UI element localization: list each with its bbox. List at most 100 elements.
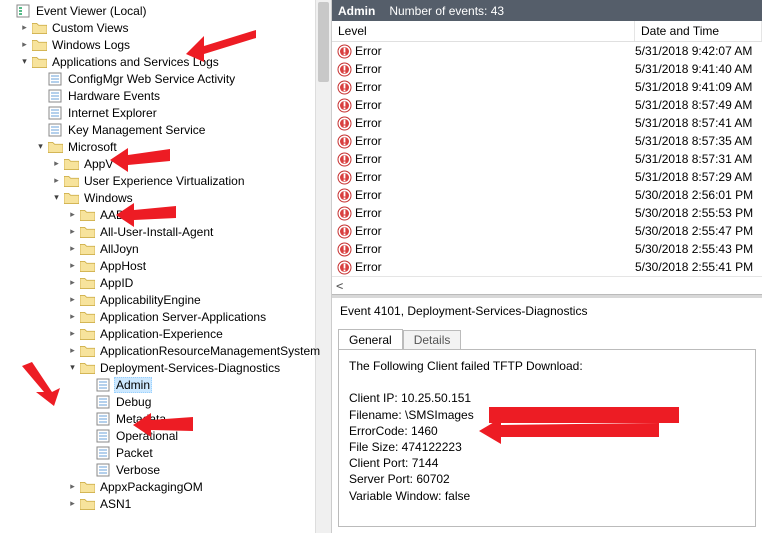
event-level: Error [355, 152, 635, 166]
tree-custom-views[interactable]: Custom Views [2, 19, 331, 36]
event-row[interactable]: Error5/30/2018 2:55:43 PM [332, 240, 762, 258]
tree-folder-item[interactable]: Application-Experience [2, 325, 331, 342]
col-level[interactable]: Level [332, 21, 635, 41]
tree-log-item[interactable]: Internet Explorer [2, 104, 331, 121]
event-row[interactable]: Error5/31/2018 9:41:40 AM [332, 60, 762, 78]
expand-icon[interactable] [82, 395, 95, 408]
event-row[interactable]: Error5/30/2018 2:56:01 PM [332, 186, 762, 204]
expand-icon[interactable] [18, 55, 31, 68]
event-level: Error [355, 206, 635, 220]
tree-folder-item[interactable]: ApplicabilityEngine [2, 291, 331, 308]
error-icon [336, 259, 352, 275]
eventviewer-icon [15, 3, 31, 19]
expand-icon[interactable] [66, 259, 79, 272]
expand-icon[interactable] [50, 191, 63, 204]
expand-icon[interactable] [66, 208, 79, 221]
expand-icon[interactable] [18, 21, 31, 34]
expand-icon[interactable] [66, 293, 79, 306]
tree-folder-item[interactable]: ASN1 [2, 495, 331, 512]
event-row[interactable]: Error5/31/2018 8:57:31 AM [332, 150, 762, 168]
tree-label: Applications and Services Logs [50, 55, 221, 69]
expand-icon[interactable] [34, 106, 47, 119]
event-row[interactable]: Error5/30/2018 2:55:53 PM [332, 204, 762, 222]
detail-pane: Event 4101, Deployment-Services-Diagnost… [332, 295, 762, 533]
expand-icon[interactable] [82, 429, 95, 442]
tree-folder-item[interactable]: All-User-Install-Agent [2, 223, 331, 240]
event-row[interactable]: Error5/31/2018 8:57:35 AM [332, 132, 762, 150]
expand-icon[interactable] [66, 242, 79, 255]
event-row[interactable]: Error5/31/2018 9:42:07 AM [332, 42, 762, 60]
tree-log-item[interactable]: Verbose [2, 461, 331, 478]
event-row[interactable]: Error5/30/2018 2:55:41 PM [332, 258, 762, 276]
expand-icon[interactable] [2, 4, 15, 17]
expand-icon[interactable] [66, 497, 79, 510]
tree-folder-item[interactable]: AppHost [2, 257, 331, 274]
tree-log-item[interactable]: Packet [2, 444, 331, 461]
tree-folder-item[interactable]: AAD [2, 206, 331, 223]
event-row[interactable]: Error5/30/2018 2:55:47 PM [332, 222, 762, 240]
expand-icon[interactable] [18, 38, 31, 51]
tree-microsoft[interactable]: Microsoft [2, 138, 331, 155]
tree-folder-item[interactable]: AppID [2, 274, 331, 291]
expand-icon[interactable] [82, 446, 95, 459]
expand-icon[interactable] [82, 412, 95, 425]
expand-icon[interactable] [34, 89, 47, 102]
tree-folder-item[interactable]: Application Server-Applications [2, 308, 331, 325]
tab-details[interactable]: Details [403, 330, 462, 351]
tree-label: Internet Explorer [66, 106, 159, 120]
detail-line: ErrorCode: 1460 [349, 423, 745, 439]
tree-folder-item[interactable]: AppxPackagingOM [2, 478, 331, 495]
expand-icon[interactable] [66, 225, 79, 238]
event-row[interactable]: Error5/31/2018 8:57:41 AM [332, 114, 762, 132]
expand-icon[interactable] [82, 463, 95, 476]
tree-log-item[interactable]: Admin [2, 376, 331, 393]
expand-icon[interactable] [34, 72, 47, 85]
tree-label: Admin [114, 377, 152, 393]
tree-windows-logs[interactable]: Windows Logs [2, 36, 331, 53]
event-level: Error [355, 116, 635, 130]
tree-label: Event Viewer (Local) [34, 4, 149, 18]
tree-log-item[interactable]: Debug [2, 393, 331, 410]
tree-label: AppHost [98, 259, 148, 273]
event-row[interactable]: Error5/31/2018 8:57:29 AM [332, 168, 762, 186]
tree-folder-item[interactable]: User Experience Virtualization [2, 172, 331, 189]
expand-icon[interactable] [66, 327, 79, 340]
tree-label: Windows Logs [50, 38, 132, 52]
tab-general[interactable]: General [338, 329, 403, 350]
tree-label: ApplicationResourceManagementSystem [98, 344, 322, 358]
event-date: 5/31/2018 8:57:41 AM [635, 116, 762, 130]
expand-icon[interactable] [50, 157, 63, 170]
expand-icon[interactable] [34, 123, 47, 136]
expand-icon[interactable] [66, 310, 79, 323]
horizontal-scroll-left[interactable]: < [332, 276, 762, 294]
event-row[interactable]: Error5/31/2018 8:57:49 AM [332, 96, 762, 114]
expand-icon[interactable] [66, 344, 79, 357]
tree-log-item[interactable]: Metadata [2, 410, 331, 427]
tree-dsd[interactable]: Deployment-Services-Diagnostics [2, 359, 331, 376]
tree-folder-item[interactable]: AppV [2, 155, 331, 172]
expand-icon[interactable] [66, 480, 79, 493]
tree-apps-services[interactable]: Applications and Services Logs [2, 53, 331, 70]
tree-log-item[interactable]: ConfigMgr Web Service Activity [2, 70, 331, 87]
event-date: 5/30/2018 2:55:41 PM [635, 260, 762, 274]
log-icon [95, 411, 111, 427]
folder-icon [79, 275, 95, 291]
event-row[interactable]: Error5/31/2018 9:41:09 AM [332, 78, 762, 96]
expand-icon[interactable] [66, 276, 79, 289]
expand-icon[interactable] [66, 361, 79, 374]
tree-label: Deployment-Services-Diagnostics [98, 361, 282, 375]
table-header[interactable]: Level Date and Time [332, 21, 762, 42]
col-date[interactable]: Date and Time [635, 21, 762, 41]
folder-icon [79, 326, 95, 342]
expand-icon[interactable] [34, 140, 47, 153]
folder-icon [63, 190, 79, 206]
tree-windows[interactable]: Windows [2, 189, 331, 206]
tree-log-item[interactable]: Operational [2, 427, 331, 444]
expand-icon[interactable] [50, 174, 63, 187]
tree-root[interactable]: Event Viewer (Local) [2, 2, 331, 19]
tree-folder-item[interactable]: ApplicationResourceManagementSystem [2, 342, 331, 359]
tree-log-item[interactable]: Hardware Events [2, 87, 331, 104]
tree-folder-item[interactable]: AllJoyn [2, 240, 331, 257]
tree-log-item[interactable]: Key Management Service [2, 121, 331, 138]
expand-icon[interactable] [82, 378, 95, 391]
